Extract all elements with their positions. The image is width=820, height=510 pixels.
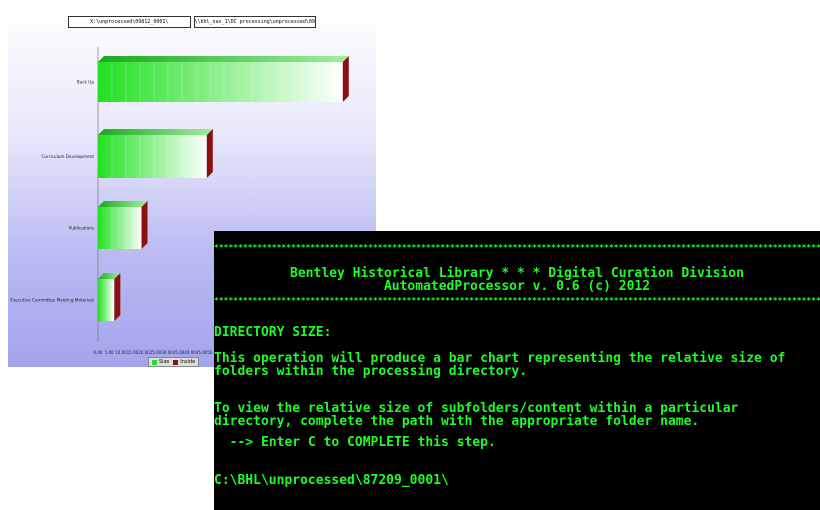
category-label-4: Executive Committee Meeting Materials: [10, 298, 94, 303]
console-border-top: ****************************************…: [214, 243, 820, 252]
category-label-1: Back Up: [77, 80, 95, 85]
x-tick-label-4: 15.00: [127, 350, 139, 355]
chart-title-bar: X:\unprocessed\09812_0001\ \\bhl_nas_1\D…: [68, 16, 316, 28]
legend-swatch-inside: [173, 359, 179, 365]
x-tick-label-6: 25.00: [150, 350, 162, 355]
legend-label-size: Size: [159, 359, 170, 365]
console-para2-line2: directory, complete the path with the ap…: [214, 414, 700, 429]
chart-legend: Size Inside: [148, 357, 200, 367]
x-tick-label-2: 5.00: [105, 350, 114, 355]
chart-title-right: \\bhl_nas_1\DC processing\unprocessed\09…: [193, 16, 316, 28]
console-para1-line2: folders within the processing directory.: [214, 364, 528, 379]
legend-item-inside: Inside: [173, 358, 195, 366]
console-border-bottom: ****************************************…: [214, 296, 820, 305]
x-tick-label-1: 0.00: [94, 350, 103, 355]
chart-title-left: X:\unprocessed\09812_0001\: [68, 16, 191, 28]
legend-item-size: Size: [152, 358, 169, 366]
x-tick-label-7: 30.00: [161, 350, 173, 355]
bar-3: [98, 201, 148, 249]
category-label-2: Curriculum Development: [42, 154, 95, 159]
x-tick-label-5: 20.00: [138, 350, 150, 355]
console-instruction: --> Enter C to COMPLETE this step.: [214, 435, 496, 450]
x-tick-label-9: 40.00: [184, 350, 196, 355]
console-prompt[interactable]: C:\BHL\unprocessed\87209_0001\: [214, 474, 449, 487]
x-tick-label-8: 35.00: [173, 350, 185, 355]
category-label-3: Publications: [69, 226, 94, 231]
legend-label-inside: Inside: [180, 359, 196, 365]
command-console[interactable]: ****************************************…: [214, 231, 820, 510]
x-tick-label-3: 10.00: [115, 350, 127, 355]
x-tick-label-10: 45.00: [196, 350, 208, 355]
bar-4: [98, 273, 121, 321]
console-header-version: AutomatedProcessor v. 0.6 (c) 2012: [383, 279, 651, 294]
bar-2: [98, 129, 213, 178]
console-section-title: DIRECTORY SIZE:: [214, 325, 332, 340]
legend-swatch-size: [152, 359, 157, 365]
bar-1: [98, 56, 349, 102]
